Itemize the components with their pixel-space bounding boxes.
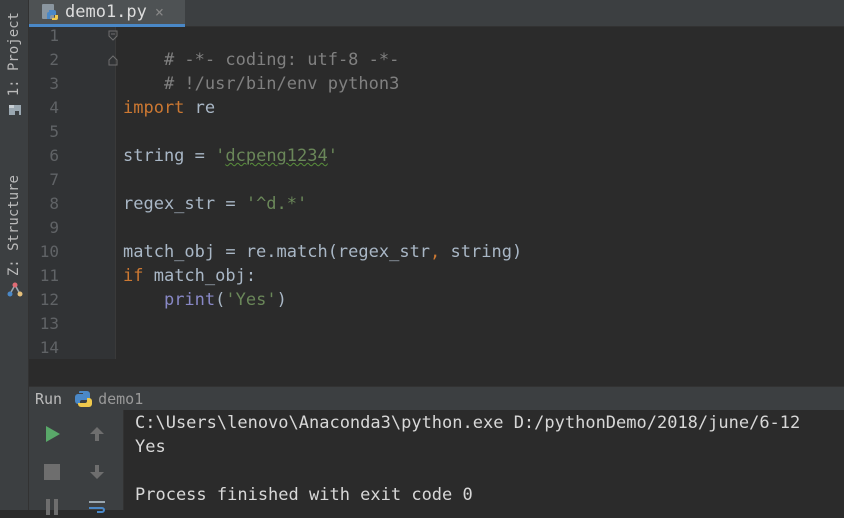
stop-icon <box>44 464 60 480</box>
indent-token <box>123 290 164 310</box>
down-arrow-icon <box>90 465 104 479</box>
comment-token: # !/usr/bin/env python3 <box>163 74 400 94</box>
line-number: 10 <box>39 242 59 261</box>
comma-token: , <box>430 242 441 262</box>
code-line-4: import re <box>123 96 215 120</box>
code-token: match_obj = re.match(regex_str <box>123 242 431 262</box>
string-token: ' <box>215 146 226 166</box>
code-token: ) <box>276 290 287 310</box>
python-file-icon <box>75 390 93 407</box>
line-number: 5 <box>49 122 59 141</box>
panel-divider[interactable] <box>29 359 844 386</box>
line-number: 1 <box>49 26 59 45</box>
keyword-token: import <box>123 98 185 118</box>
code-token: string) <box>440 242 523 262</box>
line-number-gutter: 1 2 3 4 5 6 7 8 9 10 11 12 13 14 <box>29 26 119 359</box>
line-number: 7 <box>49 170 59 189</box>
code-token: ( <box>215 290 226 310</box>
line-number: 9 <box>49 218 59 237</box>
left-tool-strip: 1: Project Z: Structure <box>0 0 29 510</box>
line-number: 14 <box>39 338 59 357</box>
line-number: 8 <box>49 194 59 213</box>
up-arrow-icon <box>90 427 104 441</box>
console-exit-line: Process finished with exit code 0 <box>135 485 473 505</box>
pause-button[interactable] <box>41 496 63 518</box>
string-token: '^d.*' <box>245 194 308 214</box>
structure-tool-tab[interactable]: Z: Structure <box>0 175 29 298</box>
builtin-token: print <box>163 290 216 310</box>
code-line-8: regex_str = '^d.*' <box>123 192 307 216</box>
line-number: 3 <box>49 74 59 93</box>
line-number: 6 <box>49 146 59 165</box>
run-console-output[interactable]: C:\Users\lenovo\Anaconda3\python.exe D:/… <box>124 410 844 510</box>
string-token: ' <box>327 146 338 166</box>
structure-tab-label: Z: Structure <box>6 175 22 277</box>
line-number: 4 <box>49 98 59 117</box>
editor-tab-bar: demo1.py × <box>29 0 844 27</box>
soft-wrap-button[interactable] <box>86 496 108 518</box>
string-token: 'Yes' <box>225 290 277 310</box>
soft-wrap-icon <box>89 501 105 513</box>
code-token: regex_str = <box>123 194 246 214</box>
code-token: match_obj: <box>143 266 257 286</box>
python-file-icon <box>42 4 58 20</box>
run-config-name[interactable]: demo1 <box>98 390 143 408</box>
rerun-button[interactable] <box>41 423 63 445</box>
pause-icon <box>46 499 58 515</box>
editor-tab-title: demo1.py <box>65 2 147 22</box>
line-number: 12 <box>39 290 59 309</box>
console-output-line: Yes <box>135 437 166 457</box>
run-icon <box>46 426 60 442</box>
line-number: 2 <box>49 50 59 69</box>
editor-tab-demo1[interactable]: demo1.py × <box>29 0 185 27</box>
project-tab-label: 1: Project <box>6 12 22 97</box>
run-panel-label: Run <box>35 389 63 408</box>
code-line-12: print('Yes') <box>123 288 287 312</box>
code-token: re <box>184 98 216 118</box>
code-line-10: match_obj = re.match(regex_str, string) <box>123 240 522 264</box>
run-panel-header: Run demo1 <box>29 386 844 410</box>
stop-button[interactable] <box>41 461 63 483</box>
code-editor[interactable]: # -*- coding: utf-8 -*- # !/usr/bin/env … <box>123 27 844 359</box>
code-line-6: string = 'dcpeng1234' <box>123 144 338 168</box>
keyword-token: if <box>123 266 144 286</box>
line-number: 13 <box>39 314 59 333</box>
fold-start-icon[interactable] <box>107 30 119 42</box>
project-icon <box>8 105 21 117</box>
console-command-line: C:\Users\lenovo\Anaconda3\python.exe D:/… <box>135 413 801 433</box>
line-number: 11 <box>39 266 59 285</box>
code-token: string = <box>123 146 216 166</box>
scroll-up-button[interactable] <box>86 423 108 445</box>
scroll-down-button[interactable] <box>86 461 108 483</box>
project-tool-tab[interactable]: 1: Project <box>0 12 29 118</box>
fold-end-icon[interactable] <box>107 54 119 66</box>
string-token-typo: dcpeng1234 <box>225 146 328 166</box>
code-line-11: if match_obj: <box>123 264 256 288</box>
structure-icon <box>7 282 22 297</box>
run-toolbar <box>29 410 124 515</box>
close-icon[interactable]: × <box>155 3 164 21</box>
